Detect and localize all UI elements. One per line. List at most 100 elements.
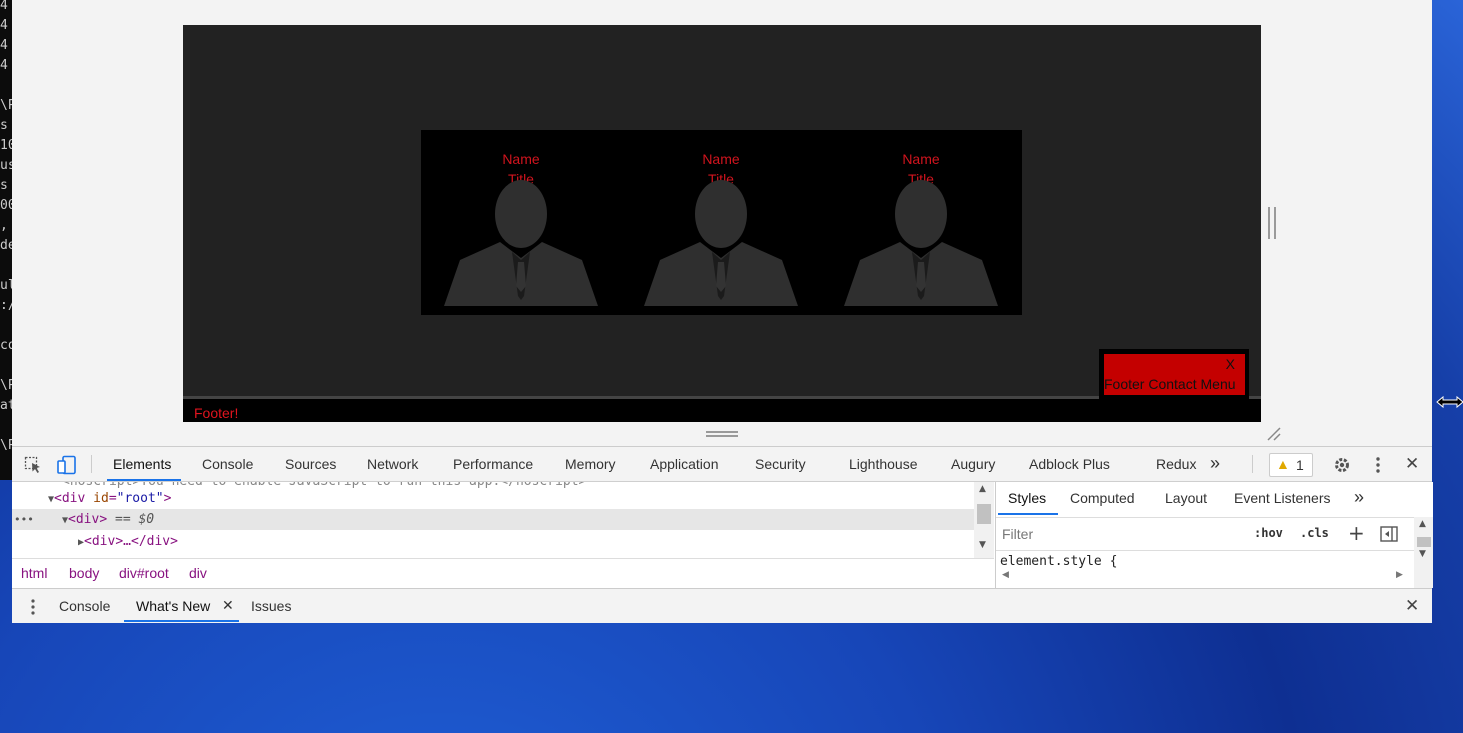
root-div-node[interactable]: ▼<div id="root"> xyxy=(48,488,171,509)
terminal-line: 4 xyxy=(0,18,8,33)
kebab-menu-icon[interactable] xyxy=(1372,456,1384,474)
hov-toggle[interactable]: :hov xyxy=(1254,526,1283,540)
team-cards: Name Title Name Title Name Title xyxy=(421,130,1022,315)
element-style-rule: element.style { xyxy=(1000,554,1118,569)
drawer-tab-issues[interactable]: Issues xyxy=(251,598,291,614)
breadcrumb-html[interactable]: html xyxy=(21,565,47,581)
scroll-down-icon[interactable]: ▼ xyxy=(979,540,986,550)
active-drawer-tab-underline xyxy=(124,620,239,622)
scroll-right-icon[interactable]: ▶ xyxy=(1396,570,1403,580)
tab-elements[interactable]: Elements xyxy=(113,456,171,472)
inspect-element-icon[interactable] xyxy=(24,456,42,474)
scroll-left-icon[interactable]: ◀ xyxy=(1002,570,1009,580)
viewport-resize-corner-icon[interactable] xyxy=(1266,426,1282,442)
device-viewport-area: Name Title Name Title Name Title Footer!… xyxy=(12,0,1432,446)
tab-memory[interactable]: Memory xyxy=(565,456,616,472)
selected-tag: <div> xyxy=(68,512,108,527)
breadcrumb-body[interactable]: body xyxy=(69,565,99,581)
new-style-rule-button[interactable]: + xyxy=(1348,521,1365,545)
styles-scrollbar[interactable]: ▲ ▼ xyxy=(1414,517,1433,588)
team-card: Name Title xyxy=(821,130,1021,315)
app-page: Name Title Name Title Name Title Footer!… xyxy=(183,25,1261,422)
terminal-line: 4 xyxy=(0,58,8,73)
close-whats-new-button[interactable]: ✕ xyxy=(222,597,234,614)
breadcrumb-div[interactable]: div xyxy=(189,565,207,581)
devtools-drawer: Console What's New ✕ Issues ✕ xyxy=(12,588,1432,623)
tab-sources[interactable]: Sources xyxy=(285,456,336,472)
tab-lighthouse[interactable]: Lighthouse xyxy=(849,456,918,472)
child-tag: <div>…</div> xyxy=(84,534,178,549)
card-name: Name xyxy=(902,151,940,167)
breadcrumb-div-root[interactable]: div#root xyxy=(119,565,169,581)
toolbar-divider xyxy=(1252,455,1253,473)
gear-icon[interactable] xyxy=(1333,456,1351,474)
card-name: Name xyxy=(502,151,540,167)
elements-tree: <noscript>You need to enable JavaScript … xyxy=(12,482,994,558)
terminal-line: 10 xyxy=(0,138,12,153)
tab-augury[interactable]: Augury xyxy=(951,456,995,472)
terminal-line: co xyxy=(0,338,12,353)
terminal-line: , xyxy=(0,218,8,233)
devtools-tab-bar: Elements Console Sources Network Perform… xyxy=(12,447,1432,482)
scroll-down-icon[interactable]: ▼ xyxy=(1419,549,1426,559)
scroll-up-icon[interactable]: ▲ xyxy=(1419,519,1426,529)
breadcrumb: html body div#root div xyxy=(12,558,994,590)
terminal-line: \P xyxy=(0,438,12,453)
root-tag-open: <div xyxy=(54,491,86,506)
root-attr-value: "root" xyxy=(116,491,164,506)
drawer-tab-console[interactable]: Console xyxy=(59,598,110,614)
root-attr-name: id xyxy=(93,491,109,506)
tab-network[interactable]: Network xyxy=(367,456,418,472)
node-actions-dots[interactable]: ••• xyxy=(14,509,34,530)
contact-close-button[interactable]: X xyxy=(1226,356,1235,372)
styles-sidebar: Styles Computed Layout Event Listeners »… xyxy=(995,482,1433,588)
browser-window: Name Title Name Title Name Title Footer!… xyxy=(12,0,1433,623)
drawer-tab-whats-new[interactable]: What's New xyxy=(136,598,210,614)
terminal-window-edge: 4 4 4 4 \P s 10 us s 00, de ul:/ co \P at \P xyxy=(0,0,12,480)
person-silhouette-icon xyxy=(844,180,998,306)
tab-layout[interactable]: Layout xyxy=(1165,490,1207,506)
footer-contact-menu[interactable]: X Footer Contact Menu xyxy=(1099,349,1249,401)
scrollbar-thumb[interactable] xyxy=(977,504,991,524)
elements-scrollbar[interactable]: ▲ ▼ xyxy=(974,482,994,558)
active-subtab-underline xyxy=(998,513,1058,515)
tab-redux[interactable]: Redux xyxy=(1156,456,1196,472)
more-tabs-button[interactable]: » xyxy=(1210,453,1220,474)
warning-icon: ▲ xyxy=(1276,456,1290,472)
device-toolbar-icon[interactable] xyxy=(57,455,77,475)
tab-console[interactable]: Console xyxy=(202,456,253,472)
tab-adblock-plus[interactable]: Adblock Plus xyxy=(1029,456,1110,472)
tab-styles[interactable]: Styles xyxy=(1008,490,1046,506)
toggle-sidebar-icon[interactable] xyxy=(1380,526,1398,542)
card-name: Name xyxy=(702,151,740,167)
drawer-menu-icon[interactable] xyxy=(30,598,36,616)
viewport-resize-handle-bottom[interactable] xyxy=(706,431,738,437)
root-tag-close: > xyxy=(163,491,172,506)
terminal-line: s xyxy=(0,118,8,133)
toolbar-divider xyxy=(91,455,92,473)
tab-computed[interactable]: Computed xyxy=(1070,490,1135,506)
issues-warning-badge[interactable]: ▲ 1 xyxy=(1269,453,1313,477)
child-div-node[interactable]: ▶<div>…</div> xyxy=(78,531,178,552)
tab-performance[interactable]: Performance xyxy=(453,456,533,472)
close-drawer-button[interactable]: ✕ xyxy=(1405,596,1419,616)
terminal-line: 4 xyxy=(0,0,8,13)
selected-marker: == $0 xyxy=(107,512,155,527)
tab-security[interactable]: Security xyxy=(755,456,806,472)
tab-application[interactable]: Application xyxy=(650,456,719,472)
scrollbar-thumb[interactable] xyxy=(1417,537,1431,547)
team-card: Name Title xyxy=(621,130,821,315)
team-card: Name Title xyxy=(421,130,621,315)
terminal-line: 00 xyxy=(0,198,12,213)
contact-menu-label: Footer Contact Menu xyxy=(1104,376,1236,392)
close-devtools-button[interactable]: ✕ xyxy=(1405,454,1419,474)
viewport-resize-handle-right[interactable] xyxy=(1268,207,1276,239)
cls-toggle[interactable]: .cls xyxy=(1300,526,1329,540)
terminal-line: 4 xyxy=(0,38,8,53)
styles-filter-input[interactable] xyxy=(1000,523,1234,545)
more-subtabs-button[interactable]: » xyxy=(1354,487,1364,508)
tab-event-listeners[interactable]: Event Listeners xyxy=(1234,490,1331,506)
scroll-up-icon[interactable]: ▲ xyxy=(979,484,986,494)
terminal-line: s xyxy=(0,178,8,193)
selected-div-node[interactable]: ••• ▼<div> == $0 xyxy=(12,509,974,530)
